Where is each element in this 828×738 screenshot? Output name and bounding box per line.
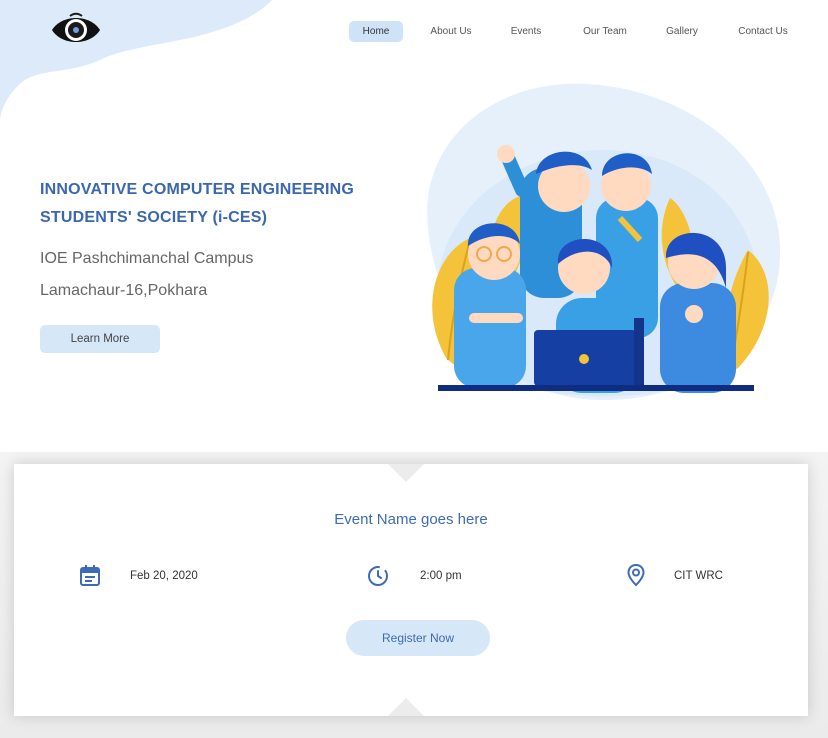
learn-more-button[interactable]: Learn More xyxy=(40,325,160,353)
hero-title: INNOVATIVE COMPUTER ENGINEERING STUDENTS… xyxy=(40,176,410,232)
nav-gallery[interactable]: Gallery xyxy=(657,21,707,42)
card-top-notch xyxy=(388,464,424,482)
campus-address: Lamachaur-16,Pokhara xyxy=(40,282,208,299)
location-pin-icon xyxy=(627,563,645,587)
event-time: 2:00 pm xyxy=(420,570,462,582)
nav-events[interactable]: Events xyxy=(501,21,551,42)
nav-about-us[interactable]: About Us xyxy=(421,21,481,42)
logo-icon[interactable] xyxy=(50,10,102,50)
clock-icon xyxy=(368,566,388,586)
register-now-button[interactable]: Register Now xyxy=(346,620,490,656)
nav-our-team[interactable]: Our Team xyxy=(575,21,635,42)
nav-contact-us[interactable]: Contact Us xyxy=(729,21,797,42)
event-date: Feb 20, 2020 xyxy=(130,570,198,582)
card-bottom-notch xyxy=(388,698,424,716)
hero-title-line-1: INNOVATIVE COMPUTER ENGINEERING xyxy=(40,181,355,198)
calendar-icon xyxy=(80,565,100,586)
event-name: Event Name goes here xyxy=(334,511,488,528)
event-location: CIT WRC xyxy=(674,570,723,582)
event-card xyxy=(14,464,808,716)
campus-name: IOE Pashchimanchal Campus xyxy=(40,250,254,267)
students-group-illustration xyxy=(427,83,781,401)
hero-title-line-2: STUDENTS' SOCIETY (i-CES) xyxy=(40,209,268,226)
nav-home[interactable]: Home xyxy=(349,21,403,42)
